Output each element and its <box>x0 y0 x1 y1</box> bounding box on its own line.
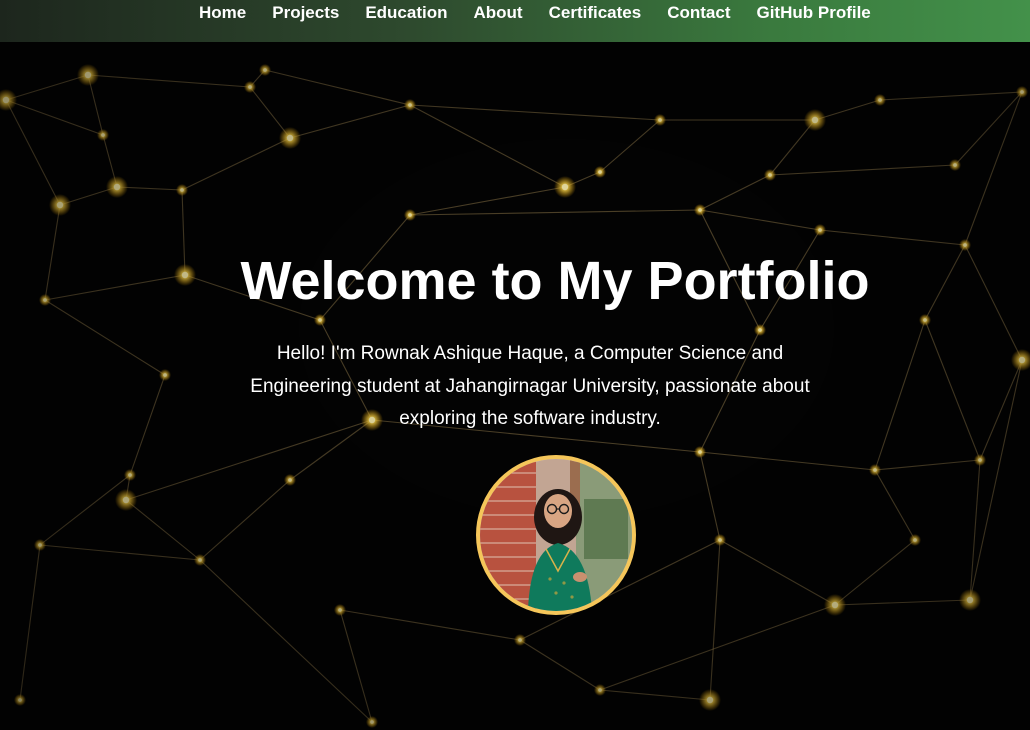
profile-avatar <box>476 455 636 615</box>
nav-about-link[interactable]: About <box>474 3 523 22</box>
hero-section: Welcome to My Portfolio Hello! I'm Rowna… <box>0 0 1030 730</box>
nav-education-link[interactable]: Education <box>365 3 447 22</box>
nav-contact-link[interactable]: Contact <box>667 3 730 22</box>
top-navbar: Home Projects Education About Certificat… <box>0 0 1030 42</box>
nav-projects-link[interactable]: Projects <box>272 3 339 22</box>
hero-intro: Hello! I'm Rownak Ashique Haque, a Compu… <box>250 343 810 429</box>
nav-certificates-link[interactable]: Certificates <box>549 3 642 22</box>
hero-title: Welcome to My Portfolio <box>240 251 870 311</box>
nav-github-link[interactable]: GitHub Profile <box>756 3 870 22</box>
nav-list: Home Projects Education About Certificat… <box>186 0 884 26</box>
profile-photo <box>480 459 632 611</box>
nav-home-link[interactable]: Home <box>199 3 246 22</box>
portfolio-page: Home Projects Education About Certificat… <box>0 0 1030 730</box>
